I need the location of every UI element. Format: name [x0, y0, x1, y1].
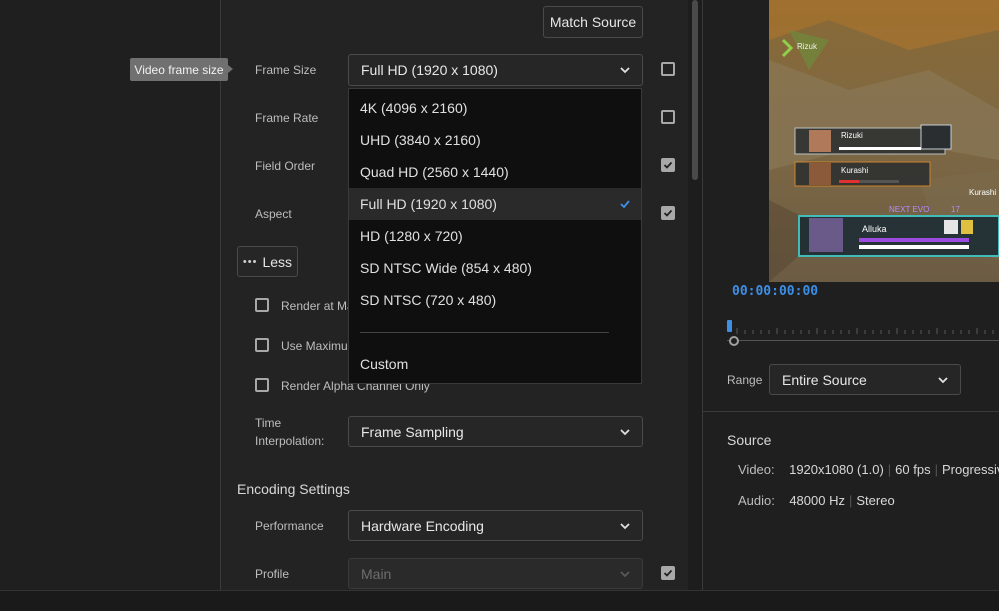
frame-size-value: Full HD (1920 x 1080) [361, 62, 498, 78]
aspect-checkbox[interactable] [661, 206, 675, 220]
scrollbar-thumb[interactable] [692, 0, 698, 180]
field-order-checkbox[interactable] [661, 158, 675, 172]
hud-player-name: Kurashi [969, 188, 997, 197]
use-max-label: Use Maximum [281, 339, 358, 353]
use-max-checkbox[interactable] [255, 338, 269, 352]
source-video-label: Video: [738, 462, 775, 477]
chevron-down-icon [938, 376, 948, 383]
tooltip: Video frame size [130, 58, 228, 81]
frame-size-checkbox[interactable] [661, 62, 675, 76]
time-interp-label-1: Time [255, 416, 282, 430]
checkmark-icon [620, 200, 630, 209]
dropdown-item-label: Full HD (1920 x 1080) [360, 196, 497, 212]
dropdown-item[interactable]: SD NTSC (720 x 480) [349, 284, 641, 316]
time-interp-select[interactable]: Frame Sampling [348, 416, 643, 447]
aspect-label: Aspect [255, 207, 292, 221]
chevron-down-icon [620, 570, 630, 577]
dropdown-item-custom[interactable]: Custom [349, 348, 641, 380]
frame-size-select[interactable]: Full HD (1920 x 1080) [348, 54, 643, 86]
field-order-label: Field Order [255, 159, 316, 173]
profile-value: Main [361, 565, 392, 582]
chevron-down-icon [620, 428, 630, 435]
in-point-handle[interactable] [729, 336, 739, 346]
dropdown-item[interactable]: Quad HD (2560 x 1440) [349, 156, 641, 188]
hud-evo-number: 17 [951, 205, 960, 214]
render-alpha-checkbox[interactable] [255, 378, 269, 392]
source-audio-channels: Stereo [856, 493, 895, 508]
profile-label: Profile [255, 567, 290, 581]
source-video-row: Video: 1920x1080 (1.0)|60 fps|Progressiv… [738, 462, 999, 477]
timecode: 00:00:00:00 [732, 284, 819, 299]
dropdown-item[interactable]: SD NTSC Wide (854 x 480) [349, 252, 641, 284]
dropdown-separator [360, 332, 609, 333]
tooltip-arrow [228, 65, 233, 73]
render-max-checkbox[interactable] [255, 298, 269, 312]
video-preview: Rizuk Rizuki Kurashi Kurashi Alluka NEXT… [769, 0, 999, 282]
dropdown-item-selected[interactable]: Full HD (1920 x 1080) [349, 188, 641, 220]
chevron-down-icon [620, 522, 630, 529]
range-select[interactable]: Entire Source [769, 364, 961, 395]
hud-evo-label: NEXT EVO [889, 205, 930, 214]
less-label: Less [262, 253, 293, 270]
dropdown-item[interactable]: UHD (3840 x 2160) [349, 124, 641, 156]
checkmark-icon [663, 569, 673, 577]
dropdown-item[interactable]: 4K (4096 x 2160) [349, 92, 641, 124]
frame-rate-label: Frame Rate [255, 111, 319, 125]
chevron-down-icon [620, 67, 630, 74]
source-title: Source [727, 432, 772, 448]
profile-checkbox[interactable] [661, 566, 675, 580]
time-interp-value: Frame Sampling [361, 423, 464, 440]
hud-top-name: Rizuk [797, 42, 818, 51]
frame-size-label: Frame Size [255, 63, 317, 77]
source-video-fps: 60 fps [895, 462, 931, 477]
less-button[interactable]: ••• Less [237, 246, 298, 277]
source-video-scan: Progressive [941, 462, 999, 477]
playhead-marker[interactable] [727, 320, 732, 332]
more-dots-icon: ••• [242, 255, 258, 268]
hud-player-name: Rizuki [841, 131, 863, 140]
source-audio-row: Audio: 48000 Hz | Stereo [738, 493, 895, 508]
hud-player-name: Alluka [862, 224, 887, 234]
encoding-title: Encoding Settings [237, 481, 350, 497]
bottom-bar [0, 590, 999, 611]
range-value: Entire Source [782, 371, 867, 388]
frame-size-dropdown: 4K (4096 x 2160) UHD (3840 x 2160) Quad … [348, 88, 642, 384]
timeline-ruler[interactable] [727, 320, 999, 334]
performance-value: Hardware Encoding [361, 517, 484, 534]
timeline-track [727, 340, 999, 341]
match-source-button[interactable]: Match Source [543, 6, 643, 38]
performance-label: Performance [255, 519, 324, 533]
left-panel [0, 0, 220, 590]
source-audio-label: Audio: [738, 493, 775, 508]
dropdown-item[interactable]: HD (1280 x 720) [349, 220, 641, 252]
checkmark-icon [663, 209, 673, 217]
time-interp-label-2: Interpolation: [255, 434, 325, 448]
checkmark-icon [663, 161, 673, 169]
range-label: Range [727, 373, 763, 387]
hud-player-name: Kurashi [841, 166, 869, 175]
profile-select: Main [348, 558, 643, 589]
frame-rate-checkbox[interactable] [661, 110, 675, 124]
performance-select[interactable]: Hardware Encoding [348, 510, 643, 541]
source-video-res: 1920x1080 (1.0) [789, 462, 884, 477]
source-audio-rate: 48000 Hz [789, 493, 845, 508]
divider [703, 411, 999, 412]
